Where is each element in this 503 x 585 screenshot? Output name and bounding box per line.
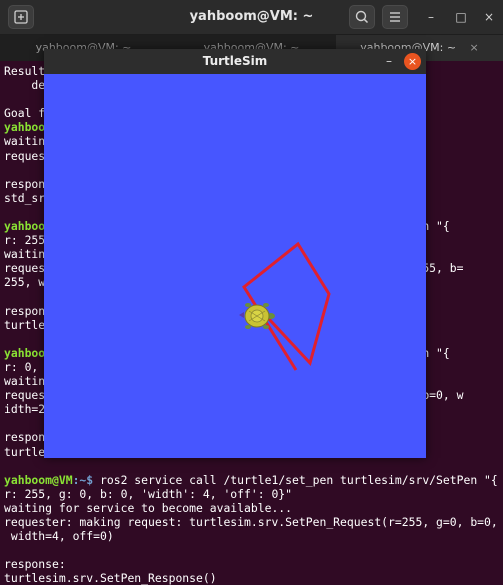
search-button[interactable] (349, 5, 375, 29)
terminal-line: width=4, off=0) (4, 529, 501, 543)
terminal-line-text: r: 0, (4, 359, 46, 374)
terminal-line-text: respon (4, 430, 46, 445)
terminal-line-text: response: (4, 557, 66, 572)
prompt-path: :~$ (72, 472, 94, 487)
terminal-line: requester: making request: turtlesim.srv… (4, 515, 501, 529)
terminal-line-text: respon (4, 303, 46, 318)
terminal-line-text: reques (4, 148, 46, 163)
prompt-user: yahboo (4, 219, 46, 234)
close-button[interactable]: × (480, 8, 498, 26)
terminal-line-text: 255, w (4, 275, 46, 290)
turtlesim-canvas (44, 74, 426, 458)
terminal-line-text: respon (4, 176, 46, 191)
prompt-user: yahboo (4, 345, 46, 360)
terminal-line-text: waitin (4, 374, 46, 389)
hamburger-menu-icon (390, 12, 400, 22)
turtlesim-titlebar: TurtleSim – × (44, 49, 426, 74)
menu-button[interactable] (382, 5, 408, 29)
prompt-user: yahboom@VM (4, 472, 73, 487)
terminal-line-text: waitin (4, 134, 46, 149)
terminal-line: yahboom@VM:~$ ros2 service call /turtle1… (4, 473, 501, 487)
terminal-line: turtlesim.srv.SetPen_Response() (4, 571, 501, 585)
search-icon (355, 10, 369, 24)
terminal-line-text: Result (4, 64, 46, 78)
terminal-line: response: (4, 557, 501, 571)
terminal-line-text: width=4, off=0) (4, 529, 114, 544)
turtlesim-minimize-button[interactable]: – (380, 52, 398, 70)
terminal-line-text: idth=2 (4, 402, 46, 417)
prompt-user: yahboo (4, 120, 46, 135)
terminal-line-text: Goal f (4, 106, 46, 121)
terminal-line-text: ros2 service call /turtle1/set_pen turtl… (93, 472, 498, 487)
turtlesim-title: TurtleSim (202, 54, 268, 68)
terminal-line-text: de (4, 78, 46, 93)
tab-close-icon[interactable]: × (470, 41, 479, 54)
terminal-line: waiting for service to become available.… (4, 501, 501, 515)
terminal-line-text: turtle (4, 444, 46, 459)
terminal-line-text: waiting for service to become available.… (4, 500, 293, 515)
turtlesim-window: TurtleSim – × (44, 49, 426, 458)
turtlesim-drawing (239, 241, 331, 371)
terminal-line-text: turtle (4, 317, 46, 332)
minimize-button[interactable]: – (422, 8, 440, 26)
terminal-line-text: waitin (4, 247, 46, 262)
terminal-line-text: requester: making request: turtlesim.srv… (4, 515, 498, 529)
terminal-line: r: 255, g: 0, b: 0, 'width': 4, 'off': 0… (4, 487, 501, 501)
terminal-line-text: std_sr (4, 190, 46, 205)
maximize-button[interactable]: □ (452, 8, 470, 26)
terminal-line-text: turtlesim.srv.SetPen_Response() (4, 571, 217, 585)
terminal-titlebar: yahboom@VM: ~ – □ × (0, 0, 503, 35)
turtlesim-close-button[interactable]: × (404, 53, 421, 70)
terminal-line-text: r: 255, g: 0, b: 0, 'width': 4, 'off': 0… (4, 486, 293, 501)
